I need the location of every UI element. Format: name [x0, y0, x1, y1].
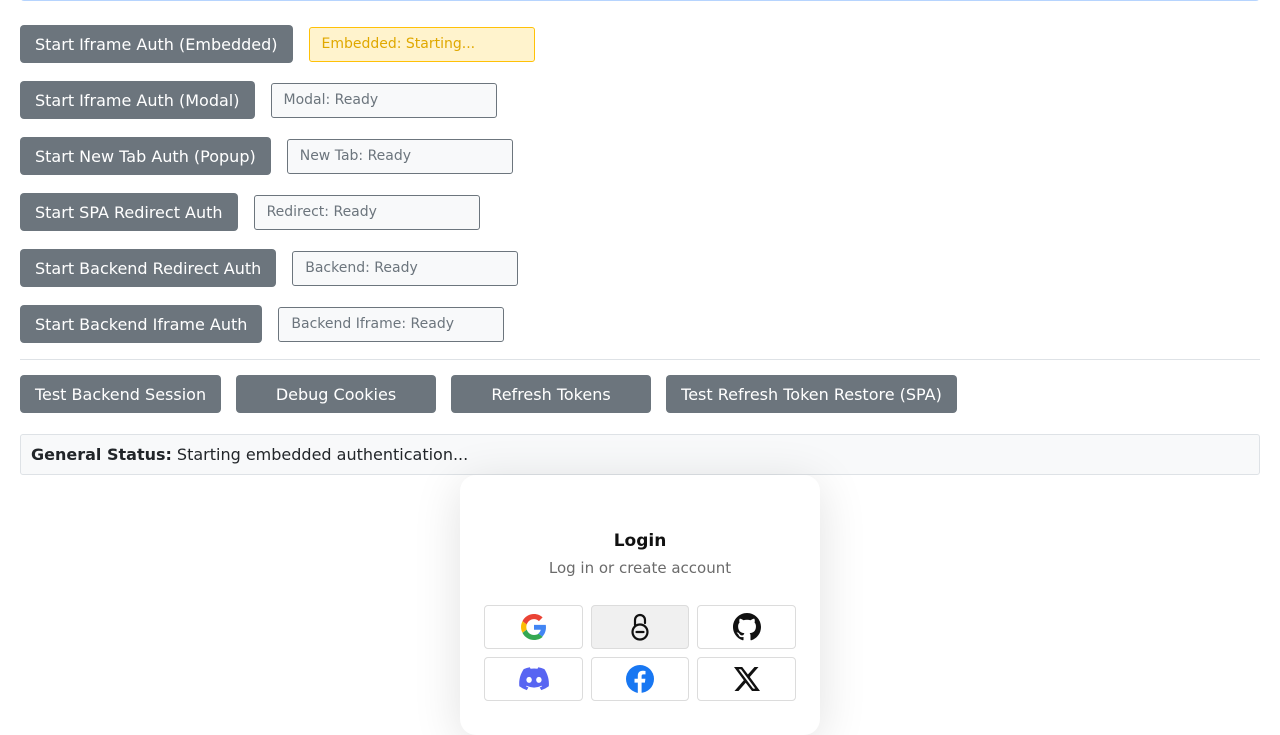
github-icon	[732, 613, 761, 641]
discord-login-button[interactable]	[484, 657, 583, 701]
start-spa-redirect-button[interactable]: Start SPA Redirect Auth	[20, 193, 238, 231]
x-icon	[733, 667, 760, 691]
auth-row-spa-redirect: Start SPA Redirect Auth Redirect: Ready	[20, 193, 480, 231]
general-status-panel: General Status: Starting embedded authen…	[20, 434, 1260, 475]
top-alert-edge	[20, 0, 1260, 1]
backend-status-field: Backend: Ready	[292, 250, 519, 286]
facebook-icon	[626, 665, 654, 693]
start-iframe-modal-button[interactable]: Start Iframe Auth (Modal)	[20, 81, 255, 119]
passkey-lock-icon	[631, 613, 649, 641]
backend-iframe-status-field: Backend Iframe: Ready	[278, 306, 505, 342]
login-subtitle: Log in or create account	[548, 559, 732, 577]
debug-cookies-button[interactable]: Debug Cookies	[236, 375, 436, 413]
new-tab-status-field: New Tab: Ready	[286, 138, 513, 174]
refresh-tokens-button[interactable]: Refresh Tokens	[451, 375, 651, 413]
start-iframe-embedded-button[interactable]: Start Iframe Auth (Embedded)	[20, 25, 293, 63]
embedded-login-card: Login Log in or create account	[460, 475, 820, 735]
redirect-status-field: Redirect: Ready	[253, 194, 480, 230]
provider-buttons	[484, 605, 796, 701]
action-buttons: Test Backend Session Debug Cookies Refre…	[20, 375, 957, 413]
embedded-status-field: Embedded: Starting...	[308, 26, 535, 62]
section-divider	[20, 359, 1260, 360]
discord-icon	[518, 667, 549, 691]
start-new-tab-popup-button[interactable]: Start New Tab Auth (Popup)	[20, 137, 271, 175]
auth-row-modal: Start Iframe Auth (Modal) Modal: Ready	[20, 81, 497, 119]
test-backend-session-button[interactable]: Test Backend Session	[20, 375, 221, 413]
login-title: Login	[613, 531, 667, 551]
auth-row-embedded: Start Iframe Auth (Embedded) Embedded: S…	[20, 25, 535, 63]
general-status-label: General Status:	[31, 445, 172, 464]
google-login-button[interactable]	[484, 605, 583, 649]
google-icon	[520, 614, 546, 640]
github-login-button[interactable]	[697, 605, 796, 649]
facebook-login-button[interactable]	[591, 657, 689, 701]
start-backend-iframe-button[interactable]: Start Backend Iframe Auth	[20, 305, 263, 343]
x-login-button[interactable]	[697, 657, 796, 701]
start-backend-redirect-button[interactable]: Start Backend Redirect Auth	[20, 249, 277, 287]
test-refresh-token-restore-button[interactable]: Test Refresh Token Restore (SPA)	[666, 375, 957, 413]
modal-status-field: Modal: Ready	[270, 82, 497, 118]
general-status-text: Starting embedded authentication...	[176, 445, 469, 464]
passkey-login-button[interactable]	[591, 605, 689, 649]
auth-row-backend-iframe: Start Backend Iframe Auth Backend Iframe…	[20, 305, 505, 343]
auth-row-backend-redirect: Start Backend Redirect Auth Backend: Rea…	[20, 249, 519, 287]
auth-row-popup: Start New Tab Auth (Popup) New Tab: Read…	[20, 137, 513, 175]
